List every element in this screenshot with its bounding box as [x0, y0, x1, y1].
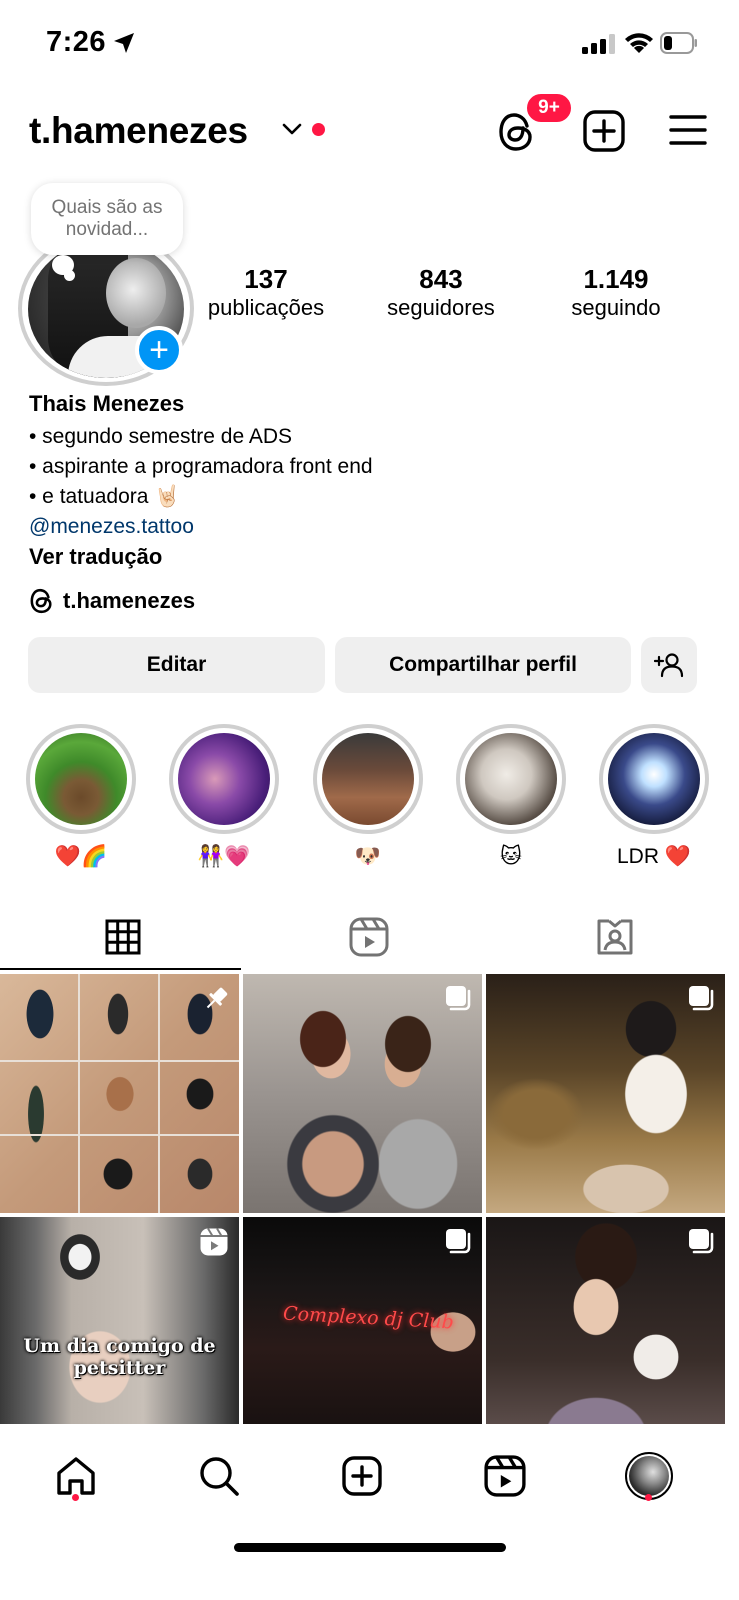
menu-icon[interactable]: [669, 113, 707, 147]
story-highlight[interactable]: 👭💗: [167, 724, 281, 872]
post-thumbnail[interactable]: Complexo dj Club: [243, 1217, 482, 1456]
highlight-cover: [322, 733, 414, 825]
status-bar: 7:26: [0, 0, 739, 90]
bio: Thais Menezes • segundo semestre de ADS …: [29, 390, 373, 572]
note-text: Quais são as novidad...: [51, 197, 163, 240]
carousel-icon: [689, 1229, 714, 1254]
account-switcher-username[interactable]: t.hamenezes: [29, 110, 248, 152]
stat-label: seguindo: [571, 295, 661, 320]
stat-label: seguidores: [387, 295, 495, 320]
highlight-cover: [465, 733, 557, 825]
bio-line: • e tatuadora 🤘🏻: [29, 485, 181, 508]
home-notification-dot: [72, 1494, 79, 1501]
add-person-icon: [654, 653, 684, 678]
note-bubble[interactable]: Quais são as novidad...: [31, 183, 183, 255]
stat-value: 1.149: [583, 264, 649, 294]
story-highlight[interactable]: ❤️🌈: [24, 724, 138, 872]
stat-followers[interactable]: 843 seguidores: [382, 264, 500, 322]
bottom-navigation: [0, 1424, 739, 1534]
carousel-icon: [689, 986, 714, 1011]
carousel-icon: [446, 986, 471, 1011]
threads-profile-link[interactable]: t.hamenezes: [29, 587, 195, 615]
profile-tabs: [0, 902, 739, 972]
threads-icon: [30, 588, 52, 614]
status-time: 7:26: [46, 26, 107, 58]
story-highlight[interactable]: LDR ❤️: [597, 724, 711, 872]
home-indicator: [234, 1543, 506, 1552]
highlight-label: 🐶: [354, 845, 382, 868]
bio-line: • aspirante a programadora front end: [29, 455, 373, 478]
bio-mention-link[interactable]: @menezes.tattoo: [29, 512, 373, 542]
stat-label: publicações: [207, 295, 325, 320]
bio-line: • segundo semestre de ADS: [29, 425, 293, 448]
highlight-cover: [608, 733, 700, 825]
nav-reels[interactable]: [475, 1446, 535, 1506]
highlight-label: LDR ❤️: [617, 845, 691, 868]
chevron-down-icon[interactable]: [282, 122, 302, 136]
nav-search[interactable]: [189, 1446, 249, 1506]
neon-sign-text: Complexo dj Club: [282, 1302, 455, 1334]
battery-icon: [660, 32, 697, 54]
post-thumbnail[interactable]: [243, 974, 482, 1213]
location-arrow-icon: [114, 33, 134, 53]
profile-header: t.hamenezes: [0, 100, 739, 162]
tab-tagged[interactable]: [492, 902, 738, 972]
tab-posts-grid[interactable]: [0, 902, 246, 972]
stat-value: 137: [244, 264, 288, 294]
story-highlight[interactable]: 🐱: [454, 724, 568, 872]
discover-people-button[interactable]: [641, 637, 697, 693]
new-post-icon[interactable]: [583, 110, 625, 152]
search-icon: [200, 1457, 239, 1496]
post-thumbnail[interactable]: [486, 1217, 725, 1456]
share-profile-button[interactable]: Compartilhar perfil: [335, 637, 631, 693]
post-thumbnail[interactable]: [0, 974, 239, 1213]
story-highlight[interactable]: 🐶: [311, 724, 425, 872]
tagged-icon: [597, 919, 633, 955]
threads-handle-text: t.hamenezes: [63, 588, 196, 613]
wifi-icon: [625, 33, 653, 53]
edit-profile-button[interactable]: Editar: [28, 637, 325, 693]
threads-notification-badge: 9+: [525, 92, 573, 124]
reels-icon: [349, 917, 389, 957]
reel-icon: [200, 1227, 228, 1256]
tab-reels[interactable]: [246, 902, 492, 972]
stat-posts[interactable]: 137 publicações: [202, 264, 330, 322]
highlight-cover: [178, 733, 270, 825]
grid-icon: [105, 919, 141, 955]
active-tab-indicator: [0, 968, 241, 970]
post-thumbnail[interactable]: Um dia comigo de petsitter: [0, 1217, 239, 1456]
pin-icon: [206, 987, 228, 1009]
highlight-label: 🐱: [500, 845, 522, 868]
note-tail-small: [64, 270, 75, 281]
carousel-icon: [446, 1229, 471, 1254]
notification-dot: [312, 123, 325, 136]
stat-value: 843: [419, 264, 463, 294]
cellular-signal-icon: [582, 34, 615, 54]
highlight-label: 👭💗: [197, 845, 251, 868]
reel-caption: Um dia comigo de petsitter: [23, 1335, 216, 1379]
profile-notification-dot: [645, 1494, 652, 1501]
reels-icon: [484, 1455, 526, 1497]
home-icon: [57, 1457, 95, 1495]
highlight-cover: [35, 733, 127, 825]
stat-following[interactable]: 1.149 seguindo: [566, 264, 666, 322]
highlight-label: ❤️🌈: [54, 845, 108, 868]
post-thumbnail[interactable]: [486, 974, 725, 1213]
profile-avatar-small: [625, 1452, 673, 1500]
see-translation-link[interactable]: Ver tradução: [29, 542, 373, 572]
profile-name: Thais Menezes: [29, 391, 185, 416]
add-story-button[interactable]: +: [135, 326, 183, 374]
create-icon: [342, 1456, 382, 1496]
nav-create[interactable]: [332, 1446, 392, 1506]
